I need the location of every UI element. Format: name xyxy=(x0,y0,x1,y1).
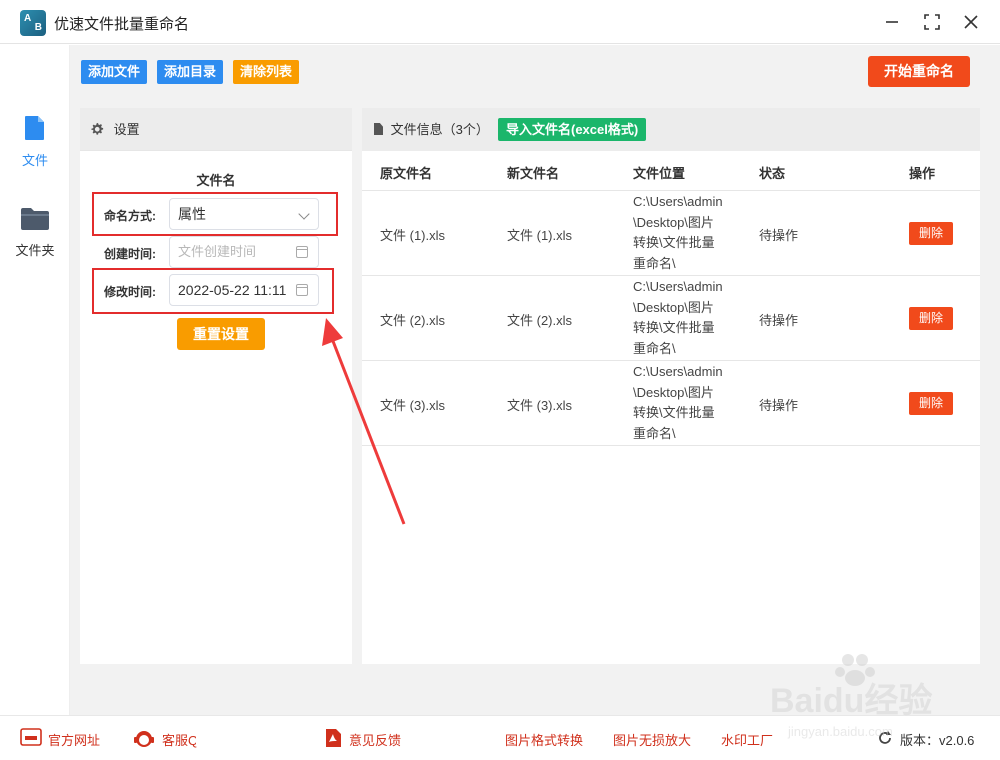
feedback-link[interactable]: 意见反馈 xyxy=(349,730,401,749)
pdf-icon xyxy=(326,729,341,747)
image-enlarge-link[interactable]: 图片无损放大 xyxy=(613,730,691,749)
annotation-arrow xyxy=(322,318,406,525)
service-link[interactable]: 客服Q xyxy=(162,730,198,749)
refresh-icon xyxy=(879,731,891,744)
watermark-link[interactable]: 水印工厂 xyxy=(721,730,773,749)
version-text: 版本：v2.0.6 xyxy=(900,733,975,748)
website-icon xyxy=(20,728,42,746)
redacted-area xyxy=(196,730,296,746)
website-link[interactable]: 官方网址 xyxy=(48,730,100,749)
image-convert-link[interactable]: 图片格式转换 xyxy=(505,730,583,749)
footer-bar: 官方网址 客服Q 意见反馈 图片格式转换 图片无损放大 水印工厂 版本：v2.0… xyxy=(0,715,1000,760)
customer-service-icon xyxy=(134,731,154,747)
